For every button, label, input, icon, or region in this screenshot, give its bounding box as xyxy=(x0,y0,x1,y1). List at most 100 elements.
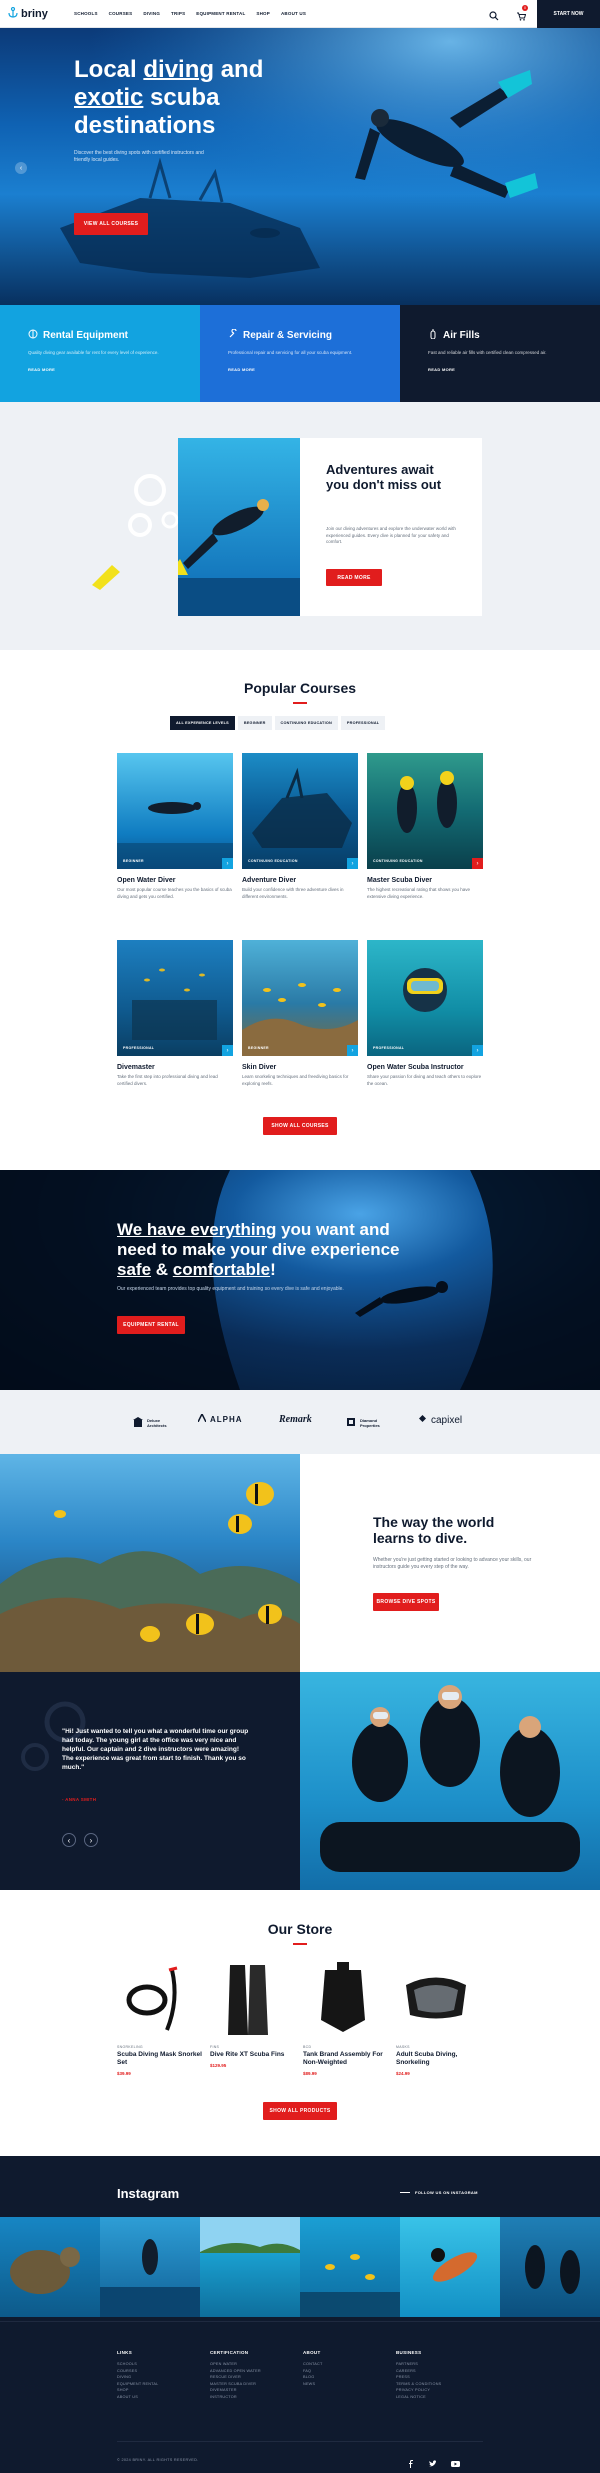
tab-all-levels[interactable]: ALL EXPERIENCE LEVELS xyxy=(170,716,235,730)
show-all-courses-button[interactable]: SHOW ALL COURSES xyxy=(263,1117,337,1135)
instagram-photo[interactable] xyxy=(0,2217,100,2317)
course-card[interactable]: CONTINUING EDUCATION › Adventure Diver B… xyxy=(242,753,358,900)
read-more-link[interactable]: READ MORE xyxy=(428,367,600,372)
equipment-rental-button[interactable]: EQUIPMENT RENTAL xyxy=(117,1316,185,1334)
product-card[interactable]: SNORKELING Scuba Diving Mask Snorkel Set… xyxy=(117,1960,207,2076)
way-text: Whether you're just getting started or l… xyxy=(373,1557,532,1570)
hero-title: Local diving and exotic scuba destinatio… xyxy=(74,56,264,139)
footer-link[interactable]: INSTRUCTOR xyxy=(210,2394,261,2401)
product-card[interactable]: BCD Tank Brand Assembly For Non-Weighted… xyxy=(303,1960,393,2076)
arrow-right-icon[interactable]: › xyxy=(347,858,358,869)
nav-item-diving[interactable]: DIVING xyxy=(143,11,160,16)
footer-link[interactable]: ABOUT US xyxy=(117,2394,158,2401)
course-description: Build your confidence with three adventu… xyxy=(242,887,344,899)
nav-item-courses[interactable]: COURSES xyxy=(109,11,133,16)
view-all-courses-button[interactable]: VIEW ALL COURSES xyxy=(74,213,148,235)
testimonial-next-button[interactable]: › xyxy=(84,1833,98,1847)
youtube-icon[interactable] xyxy=(451,2455,460,2473)
course-image: BEGINNER › xyxy=(242,940,358,1056)
course-name[interactable]: Master Scuba Diver xyxy=(367,877,483,884)
arrow-right-icon[interactable]: › xyxy=(347,1045,358,1056)
product-name[interactable]: Tank Brand Assembly For Non-Weighted xyxy=(303,2051,393,2067)
footer-link[interactable]: LEGAL NOTICE xyxy=(396,2394,441,2401)
search-icon[interactable] xyxy=(489,8,499,26)
cave-diver-image xyxy=(0,1170,600,1390)
instagram-photo[interactable] xyxy=(400,2217,500,2317)
tab-beginner[interactable]: BEGINNER xyxy=(237,716,272,730)
course-image: CONTINUING EDUCATION › xyxy=(242,753,358,869)
adventures-title: Adventures await you don't miss out xyxy=(326,462,442,492)
service-air-fills[interactable]: Air Fills Fast and reliable air fills wi… xyxy=(400,305,600,402)
read-more-link[interactable]: READ MORE xyxy=(28,367,200,372)
course-card[interactable]: BEGINNER › Open Water Diver Our most pop… xyxy=(117,753,233,900)
course-name[interactable]: Open Water Scuba Instructor xyxy=(367,1064,483,1071)
adventures-read-more-button[interactable]: READ MORE xyxy=(326,569,382,586)
footer-column-about: ABOUT CONTACT FAQ BLOG NEWS xyxy=(303,2350,323,2388)
product-card[interactable]: FINS Dive Rite XT Scuba Fins $129.95 xyxy=(210,1960,300,2068)
show-all-products-button[interactable]: SHOW ALL PRODUCTS xyxy=(263,2102,337,2120)
start-now-button[interactable]: START NOW xyxy=(537,0,600,28)
arrow-right-icon[interactable]: › xyxy=(472,1045,483,1056)
product-name[interactable]: Adult Scuba Diving, Snorkeling xyxy=(396,2051,486,2067)
product-name[interactable]: Scuba Diving Mask Snorkel Set xyxy=(117,2051,207,2067)
nav-item-equipment-rental[interactable]: EQUIPMENT RENTAL xyxy=(196,11,245,16)
store-title: Our Store xyxy=(267,1921,333,1937)
course-name[interactable]: Divemaster xyxy=(117,1064,233,1071)
nav-item-schools[interactable]: SCHOOLS xyxy=(74,11,98,16)
logo-text: briny xyxy=(21,8,48,20)
browse-dive-spots-button[interactable]: BROWSE DIVE SPOTS xyxy=(373,1593,439,1611)
instagram-photo[interactable] xyxy=(500,2217,600,2317)
course-name[interactable]: Adventure Diver xyxy=(242,877,358,884)
site-header: briny SCHOOLS COURSES DIVING TRIPS EQUIP… xyxy=(0,0,600,28)
facebook-icon[interactable] xyxy=(407,2455,415,2473)
tab-professional[interactable]: PROFESSIONAL xyxy=(340,716,386,730)
twitter-icon[interactable] xyxy=(429,2455,437,2473)
partner-logo[interactable]: Deluxe Architects xyxy=(133,1414,179,1432)
cave-text: Our experienced team provides top qualit… xyxy=(117,1286,344,1292)
partner-logo[interactable]: capixel xyxy=(418,1414,462,1426)
social-links xyxy=(407,2455,460,2473)
arrow-right-icon[interactable]: › xyxy=(222,1045,233,1056)
product-name[interactable]: Dive Rite XT Scuba Fins xyxy=(210,2051,300,2059)
partner-logo[interactable]: ALPHA xyxy=(197,1412,243,1424)
service-rental[interactable]: Rental Equipment Quality diving gear ava… xyxy=(0,305,200,402)
product-price: $129.95 xyxy=(210,2063,227,2068)
testimonial-quote: "Hi! Just wanted to tell you what a wond… xyxy=(62,1728,249,1771)
bcd-vest-image xyxy=(321,1962,365,2032)
arrow-right-icon[interactable]: › xyxy=(222,858,233,869)
adventures-diver-image xyxy=(178,438,300,616)
read-more-link[interactable]: READ MORE xyxy=(228,367,400,372)
course-image: CONTINUING EDUCATION › xyxy=(367,753,483,869)
product-category: MASKS xyxy=(396,2045,410,2049)
partner-logo[interactable]: Remark xyxy=(279,1414,312,1425)
instagram-photo[interactable] xyxy=(300,2217,400,2317)
anchor-icon xyxy=(8,6,18,21)
footer-link[interactable]: NEWS xyxy=(303,2381,322,2388)
course-card[interactable]: PROFESSIONAL › Divemaster Take the first… xyxy=(117,940,233,1087)
nav-item-trips[interactable]: TRIPS xyxy=(171,11,185,16)
partner-logo[interactable]: Diamond Properties xyxy=(346,1414,394,1432)
course-name[interactable]: Open Water Diver xyxy=(117,877,233,884)
logo[interactable]: briny xyxy=(8,6,48,21)
nav-item-shop[interactable]: SHOP xyxy=(256,11,270,16)
follow-instagram-link[interactable]: FOLLOW US ON INSTAGRAM xyxy=(415,2190,478,2195)
cart-icon[interactable]: 0 xyxy=(516,5,528,26)
nav-item-about[interactable]: ABOUT US xyxy=(281,11,306,16)
course-name[interactable]: Skin Diver xyxy=(242,1064,358,1071)
tab-continuing-education[interactable]: CONTINUING EDUCATION xyxy=(274,716,338,730)
footer-column-business: BUSINESS PARTNERS CAREERS PRESS TERMS & … xyxy=(396,2350,442,2401)
arrow-right-icon[interactable]: › xyxy=(472,858,483,869)
course-card[interactable]: PROFESSIONAL › Open Water Scuba Instruct… xyxy=(367,940,483,1087)
testimonial-prev-button[interactable]: ‹ xyxy=(62,1833,76,1847)
course-card[interactable]: BEGINNER › Skin Diver Learn snorkeling t… xyxy=(242,940,358,1087)
product-price: $89.99 xyxy=(303,2071,317,2076)
instagram-photo[interactable] xyxy=(200,2217,300,2317)
instagram-photo[interactable] xyxy=(100,2217,200,2317)
footer-link[interactable]: CONTACT xyxy=(303,2361,322,2368)
yellow-fin-decoration xyxy=(92,560,122,595)
service-repair[interactable]: Repair & Servicing Professional repair a… xyxy=(200,305,400,402)
course-card[interactable]: CONTINUING EDUCATION › Master Scuba Dive… xyxy=(367,753,483,900)
hero-prev-arrow[interactable]: ‹ xyxy=(15,162,27,174)
footer-column-links: LINKS SCHOOLS COURSES DIVING EQUIPMENT R… xyxy=(117,2350,159,2401)
product-card[interactable]: MASKS Adult Scuba Diving, Snorkeling $24… xyxy=(396,1960,486,2076)
